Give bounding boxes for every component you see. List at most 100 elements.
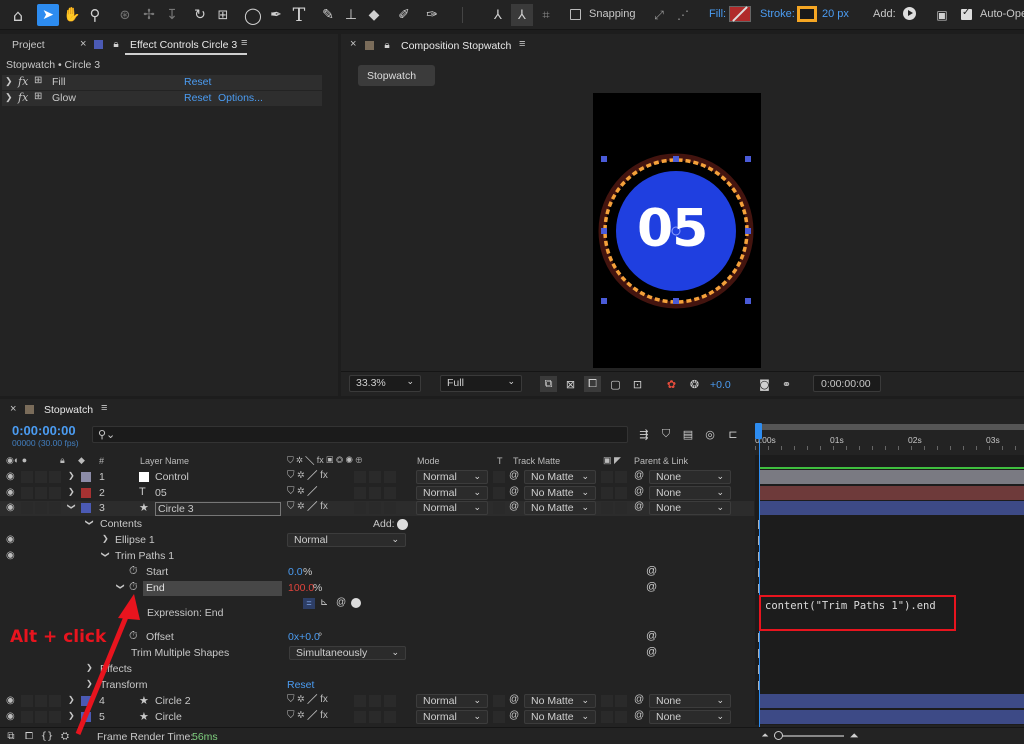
motion-blur-toggle[interactable] — [369, 711, 381, 723]
lock-toggle[interactable] — [35, 695, 47, 707]
pen-tool-icon[interactable]: ✒ — [266, 5, 286, 25]
3d-layer-toggle[interactable] — [384, 502, 396, 514]
zoom-slider-knob[interactable] — [774, 731, 783, 740]
expand-arrow-icon[interactable]: ❯ — [101, 551, 110, 558]
puppet-pin-icon[interactable]: ✑ — [422, 5, 442, 25]
solo-toggle[interactable] — [21, 695, 33, 707]
3d-layer-toggle[interactable] — [384, 695, 396, 707]
stroke-width-value[interactable]: 20 px — [822, 8, 849, 20]
shy-toggle[interactable] — [49, 502, 61, 514]
adjustment-toggle[interactable] — [354, 711, 366, 723]
layer-switches-icons[interactable]: ⛉ ✲ ╱ — [287, 486, 317, 497]
snap-grid-icon[interactable]: ⋰ — [673, 5, 693, 25]
track-matte-dropdown[interactable]: No Matte ⌄ — [524, 694, 596, 708]
color-management-icon[interactable]: ❂ — [686, 376, 703, 392]
solo-toggle[interactable] — [21, 502, 33, 514]
adjustment-toggle[interactable] — [354, 487, 366, 499]
layer-track-bar[interactable] — [760, 694, 1024, 708]
matte-invert-toggle[interactable] — [615, 502, 627, 514]
layer-switches-icons[interactable]: ⛉ ✲ ╱ fx — [287, 710, 328, 721]
expand-arrow-icon[interactable]: ❯ — [5, 76, 13, 87]
expression-graph-icon[interactable]: ⊾ — [320, 597, 328, 608]
snap-edge-icon[interactable]: ⤢ — [649, 5, 669, 25]
parent-dropdown[interactable]: None ⌄ — [649, 470, 731, 484]
layer-track-bar[interactable] — [760, 501, 1024, 515]
parent-pickwhip-icon[interactable]: @ — [634, 486, 644, 497]
zoom-slider[interactable] — [774, 735, 844, 737]
solo-toggle[interactable] — [21, 711, 33, 723]
matte-alpha-toggle[interactable] — [601, 695, 613, 707]
start-property-row[interactable]: ⏱︎ Start 0.0 % @ — [0, 565, 754, 580]
type-tool-icon[interactable]: T — [289, 4, 309, 26]
preserve-transparency-toggle[interactable] — [493, 711, 505, 723]
bezier-icon[interactable]: ▣ — [932, 5, 952, 25]
trim-multiple-dropdown[interactable]: Simultaneously ⌄ — [289, 646, 406, 660]
expression-editor[interactable]: content("Trim Paths 1").end — [759, 595, 956, 631]
effect-options-link[interactable]: Options... — [218, 92, 263, 104]
rotation-tool-icon[interactable]: ↻ — [190, 5, 210, 25]
matte-alpha-toggle[interactable] — [601, 502, 613, 514]
adjustment-toggle[interactable] — [354, 695, 366, 707]
shy-toggle[interactable] — [49, 471, 61, 483]
panel-menu-icon[interactable]: ≡ — [241, 37, 247, 49]
track-matte-dropdown[interactable]: No Matte ⌄ — [524, 710, 596, 724]
layer-row[interactable]: ◉ ❯ 1 Control ⛉ ✲ ╱ fx Normal ⌄ @ No Matt… — [0, 470, 754, 485]
matte-alpha-toggle[interactable] — [601, 487, 613, 499]
mode-dropdown[interactable]: Normal ⌄ — [416, 470, 488, 484]
parent-dropdown[interactable]: None ⌄ — [649, 694, 731, 708]
layer-switches-icons[interactable]: ⛉ ✲ ╱ fx — [287, 501, 328, 512]
close-timeline-tab-icon[interactable]: × — [10, 403, 16, 415]
work-area-bar[interactable] — [755, 424, 1024, 430]
tab-composition[interactable]: Composition Stopwatch — [401, 40, 511, 52]
label-color-swatch[interactable] — [81, 503, 91, 513]
contents-row[interactable]: ❯ Contents Add: — [0, 517, 754, 532]
mode-dropdown[interactable]: Normal ⌄ — [416, 486, 488, 500]
parent-dropdown[interactable]: None ⌄ — [649, 501, 731, 515]
lock-toggle[interactable] — [35, 471, 47, 483]
contents-add-button[interactable] — [397, 519, 408, 530]
expand-arrow-icon[interactable]: ❯ — [116, 583, 125, 590]
track-matte-dropdown[interactable]: No Matte ⌄ — [524, 486, 596, 500]
motion-blur-toggle[interactable] — [369, 471, 381, 483]
channel-rgb-icon[interactable]: ✿ — [663, 376, 680, 392]
snapping-checkbox[interactable] — [570, 9, 581, 20]
comp-viewer-frame[interactable]: 05 — [593, 93, 761, 368]
3d-layer-toggle[interactable] — [384, 487, 396, 499]
solo-toggle[interactable] — [21, 487, 33, 499]
layer-name[interactable]: Circle 2 — [155, 695, 191, 707]
effect-reset-link[interactable]: Reset — [184, 92, 211, 104]
layer-track-bar[interactable] — [760, 470, 1024, 484]
roto-brush-icon[interactable]: ✐ — [394, 5, 414, 25]
snapshot-camera-icon[interactable]: ◙ — [756, 376, 773, 392]
layer-name[interactable]: Circle 3 — [155, 502, 281, 516]
label-color-swatch[interactable] — [81, 472, 91, 482]
zoom-out-icon[interactable]: ⏶ — [759, 729, 771, 743]
parent-pickwhip-icon[interactable]: @ — [634, 710, 644, 721]
frame-blending-icon[interactable]: ▤ — [680, 426, 696, 442]
eye-icon[interactable]: ◉ — [6, 487, 15, 498]
lock-icon[interactable]: 🔒︎ — [110, 37, 122, 51]
expression-language-menu-icon[interactable] — [351, 598, 361, 608]
solo-toggle[interactable] — [21, 471, 33, 483]
layer-name[interactable]: 05 — [155, 487, 167, 499]
matte-invert-toggle[interactable] — [615, 695, 627, 707]
layer-name[interactable]: Control — [155, 471, 189, 483]
fill-label[interactable]: Fill: — [709, 8, 726, 20]
expand-arrow-icon[interactable]: ❯ — [5, 92, 13, 103]
orbit-camera-icon[interactable]: ⊛ — [115, 5, 135, 25]
motion-blur-toggle[interactable] — [369, 487, 381, 499]
layer-track-bar[interactable] — [760, 710, 1024, 724]
matte-link-icon[interactable]: @ — [509, 710, 519, 721]
end-value[interactable]: 100.0 — [288, 582, 314, 594]
selection-tool-icon[interactable]: ➤ — [37, 4, 59, 26]
effect-row-glow[interactable]: ❯ fx ⊞ Glow Reset Options... — [2, 91, 322, 106]
view-axis-icon[interactable]: ⌗ — [536, 5, 556, 25]
matte-link-icon[interactable]: @ — [509, 501, 519, 512]
ellipse-row[interactable]: ◉ ❯ Ellipse 1 Normal ⌄ — [0, 533, 754, 548]
pick-whip-icon[interactable]: @ — [646, 646, 657, 658]
zoom-in-icon[interactable]: ⏶ — [848, 729, 860, 743]
region-of-interest-icon[interactable]: ▢ — [607, 376, 624, 392]
eye-icon[interactable]: ◉ — [6, 711, 15, 722]
pick-whip-icon[interactable]: @ — [646, 581, 657, 593]
layer-row[interactable]: ◉ ❯ 3 ★ Circle 3 ⛉ ✲ ╱ fx Normal ⌄ @ No M… — [0, 501, 754, 516]
